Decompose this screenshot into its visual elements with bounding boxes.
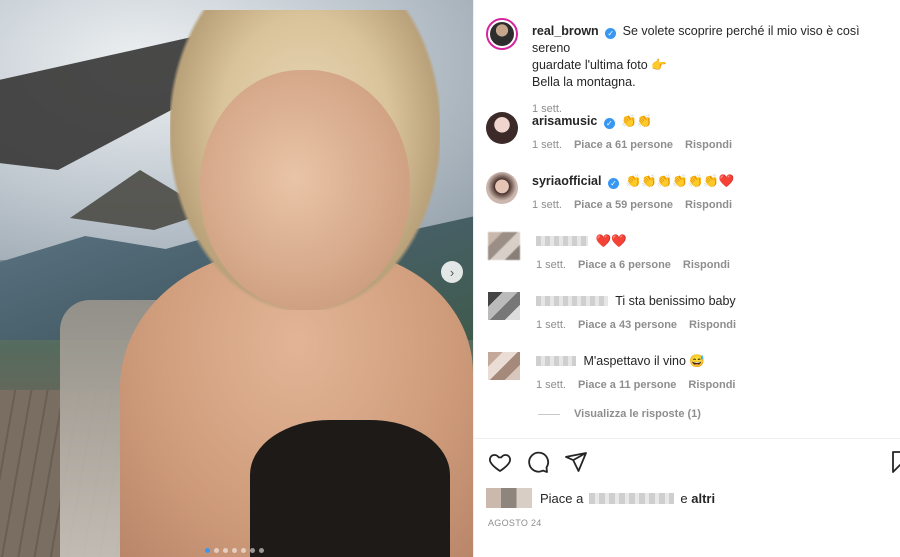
comment-likes[interactable]: Piace a 59 persone [574,197,673,214]
likes-others[interactable]: altri [691,491,715,506]
comment-time[interactable]: 1 sett. [532,137,562,154]
replies-divider-line [538,413,560,415]
carousel-dot [223,548,228,553]
carousel-dot [250,548,255,553]
share-icon[interactable] [564,450,588,474]
commenter-avatar-blurred[interactable] [488,292,520,320]
comment-text: 👏👏 [621,114,653,128]
commenter-username[interactable]: arisamusic [532,114,597,128]
comment-likes[interactable]: Piace a 43 persone [578,317,677,334]
caption-line-2: guardate l'ultima foto 👉 [532,58,667,72]
commenter-username-blurred[interactable] [536,356,576,366]
photo-person-face [200,70,410,310]
comment-likes[interactable]: Piace a 11 persone [578,377,676,394]
bookmark-icon [892,451,900,473]
commenter-avatar-blurred[interactable] [488,232,520,260]
comment-row: syriaofficial ✓ 👏👏👏👏👏👏❤️ 1 sett. Piace a… [486,172,896,214]
reply-button[interactable]: Rispondi [683,257,730,274]
view-replies-button[interactable]: Visualizza le risposte (1) [538,408,701,420]
chevron-right-icon: › [449,264,455,280]
carousel-dot [259,548,264,553]
save-button[interactable] [888,450,900,474]
reply-button[interactable]: Rispondi [685,197,732,214]
comment-text: ❤️❤️ [595,234,627,248]
comment-time[interactable]: 1 sett. [536,317,566,334]
comment-row: arisamusic ✓ 👏👏 1 sett. Piace a 61 perso… [486,112,896,154]
comment-row: Ti sta benissimo baby 1 sett. Piace a 43… [486,290,896,334]
heart-icon[interactable] [488,450,512,474]
author-avatar[interactable] [486,18,518,50]
post-photo[interactable]: › [0,0,473,557]
section-divider [474,438,900,439]
comment-row: ❤️❤️ 1 sett. Piace a 6 persone Rispondi [486,230,896,274]
likes-suffix: e [680,490,688,506]
next-photo-button[interactable]: › [441,261,463,283]
carousel-dot [241,548,246,553]
comment-likes[interactable]: Piace a 61 persone [574,137,673,154]
verified-icon: ✓ [605,28,617,39]
likers-avatars-blurred [486,488,532,508]
likes-summary[interactable]: Piace a e altri [486,488,715,508]
commenter-username[interactable]: syriaofficial [532,174,601,188]
commenter-avatar[interactable] [486,172,518,204]
post-side-panel: real_brown ✓ Se volete scoprire perché i… [473,0,900,557]
comment-text: 👏👏👏👏👏👏❤️ [625,174,735,188]
comment-time[interactable]: 1 sett. [536,377,566,394]
commenter-avatar-blurred[interactable] [488,352,520,380]
post-date[interactable]: AGOSTO 24 [488,518,542,528]
photo-swimsuit [250,420,450,557]
carousel-dots [205,548,264,553]
reply-button[interactable]: Rispondi [689,317,736,334]
verified-icon: ✓ [603,118,615,129]
comment-text: M'aspettavo il vino 😅 [583,354,705,368]
commenter-avatar[interactable] [486,112,518,144]
reply-button[interactable]: Rispondi [685,137,732,154]
carousel-dot [232,548,237,553]
likes-prefix: Piace a [540,490,584,506]
comment-icon[interactable] [526,450,550,474]
comment-time[interactable]: 1 sett. [536,257,566,274]
comment-text: Ti sta benissimo baby [615,294,736,308]
reply-button[interactable]: Rispondi [688,377,735,394]
post-caption: real_brown ✓ Se volete scoprire perché i… [486,18,896,118]
post-actions [488,450,588,474]
carousel-dot [214,548,219,553]
commenter-username-blurred[interactable] [536,296,608,306]
author-username[interactable]: real_brown [532,24,599,38]
liker-name-blurred[interactable] [589,492,675,504]
comment-row: M'aspettavo il vino 😅 1 sett. Piace a 11… [486,350,896,394]
carousel-dot [205,548,210,553]
verified-icon: ✓ [607,178,619,189]
caption-line-3: Bella la montagna. [532,75,636,89]
view-replies-label: Visualizza le risposte (1) [574,408,701,420]
comment-time[interactable]: 1 sett. [532,197,562,214]
commenter-username-blurred[interactable] [536,236,588,246]
comments-section: real_brown ✓ Se volete scoprire perché i… [474,0,900,440]
comment-likes[interactable]: Piace a 6 persone [578,257,671,274]
